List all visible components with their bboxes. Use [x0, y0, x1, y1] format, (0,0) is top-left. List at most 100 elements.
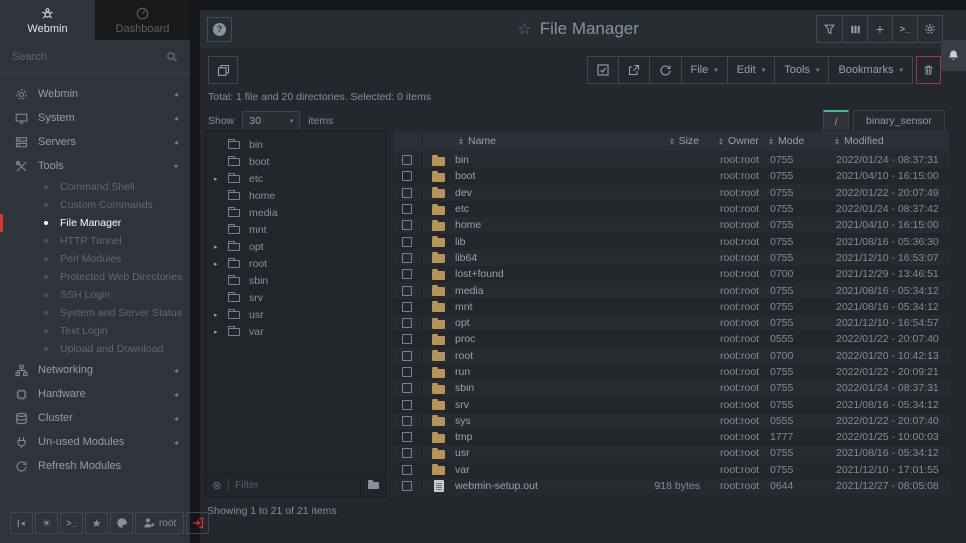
table-row[interactable]: dev root:root 0755 2022/01/22 - 20:07:49 [393, 185, 950, 201]
file-name[interactable]: sys [455, 413, 654, 429]
tree-item-usr[interactable]: ▸ usr [206, 306, 385, 323]
sidebar-item-hardware[interactable]: Hardware ◂ [0, 382, 190, 406]
tree-item-bin[interactable]: bin [206, 136, 385, 153]
expand-arrow-icon[interactable]: ▸ [214, 328, 226, 336]
file-name[interactable]: home [455, 217, 654, 233]
table-row[interactable]: boot root:root 0755 2021/04/10 - 16:15:0… [393, 168, 950, 184]
tree-item-etc[interactable]: ▸ etc [206, 170, 385, 187]
file-name[interactable]: tmp [455, 429, 654, 445]
table-row[interactable]: opt root:root 0755 2021/12/10 - 16:54:57 [393, 315, 950, 331]
expand-arrow-icon[interactable]: ▸ [214, 243, 226, 251]
clear-filter-icon[interactable]: ⊗ [206, 479, 228, 492]
column-header-owner[interactable]: Owner [709, 131, 769, 151]
tools-menu-button[interactable]: Tools▾ [774, 57, 828, 83]
file-name[interactable]: lost+found [455, 266, 654, 282]
table-row[interactable]: sbin root:root 0755 2022/01/24 - 08:37:3… [393, 380, 950, 396]
sidebar-item-protected-web-directories[interactable]: Protected Web Directories [0, 268, 190, 286]
sidebar-item-file-manager[interactable]: File Manager [0, 214, 190, 232]
table-row[interactable]: srv root:root 0755 2021/08/16 - 05:34:12 [393, 396, 950, 412]
sidebar-item-system[interactable]: System ◂ [0, 106, 190, 130]
add-button[interactable]: + [867, 16, 892, 42]
favorites-button[interactable]: ★ [85, 512, 108, 534]
expand-arrow-icon[interactable]: ▸ [214, 311, 226, 319]
sidebar-item-tools[interactable]: Tools ▾ [0, 154, 190, 178]
file-name[interactable]: proc [455, 331, 654, 347]
terminal-button[interactable]: >_ [60, 512, 83, 534]
table-row[interactable]: bin root:root 0755 2022/01/24 - 08:37:31 [393, 152, 950, 168]
table-row[interactable]: root root:root 0700 2022/01/20 - 10:42:1… [393, 348, 950, 364]
row-checkbox[interactable] [402, 237, 412, 247]
column-header-name[interactable]: Name [456, 131, 653, 151]
column-header-mode[interactable]: Mode [769, 131, 821, 151]
table-row[interactable]: var root:root 0755 2021/12/10 - 17:01:55 [393, 462, 950, 478]
file-name[interactable]: bin [455, 152, 654, 168]
table-row[interactable]: usr root:root 0755 2021/08/16 - 05:34:12 [393, 445, 950, 461]
clone-window-button[interactable] [208, 56, 238, 84]
favorite-star-icon[interactable]: ☆ [517, 19, 531, 39]
sidebar-item-system-and-server-status[interactable]: System and Server Status [0, 304, 190, 322]
tree-item-srv[interactable]: srv [206, 289, 385, 306]
filter-button[interactable] [817, 16, 842, 42]
table-row[interactable]: tmp root:root 1777 2022/01/25 - 10:00:03 [393, 429, 950, 445]
row-checkbox[interactable] [402, 432, 412, 442]
row-checkbox[interactable] [402, 220, 412, 230]
tree-item-media[interactable]: media [206, 204, 385, 221]
bookmarks-menu-button[interactable]: Bookmarks▾ [828, 57, 912, 83]
row-checkbox[interactable] [402, 465, 412, 475]
file-name[interactable]: etc [455, 201, 654, 217]
row-checkbox[interactable] [402, 188, 412, 198]
help-button[interactable]: ? [207, 17, 232, 42]
file-name[interactable]: srv [455, 396, 654, 412]
row-checkbox[interactable] [402, 171, 412, 181]
tree-item-root[interactable]: ▸ root [206, 255, 385, 272]
sidebar-item-webmin[interactable]: Webmin ◂ [0, 82, 190, 106]
file-name[interactable]: lib64 [455, 250, 654, 266]
table-row[interactable]: proc root:root 0555 2022/01/22 - 20:07:4… [393, 331, 950, 347]
row-checkbox[interactable] [402, 155, 412, 165]
sidebar-item-http-tunnel[interactable]: HTTP Tunnel [0, 232, 190, 250]
sidebar-item-text-login[interactable]: Text Login [0, 322, 190, 340]
file-name[interactable]: boot [455, 168, 654, 184]
file-name[interactable]: dev [455, 185, 654, 201]
sidebar-item-refresh-modules[interactable]: Refresh Modules [0, 454, 190, 478]
refresh-button[interactable] [649, 57, 681, 83]
sidebar-item-perl-modules[interactable]: Perl Modules [0, 250, 190, 268]
sidebar-item-custom-commands[interactable]: Custom Commands [0, 196, 190, 214]
row-checkbox[interactable] [402, 367, 412, 377]
columns-button[interactable] [842, 16, 867, 42]
table-row[interactable]: run root:root 0755 2022/01/22 - 20:09:21 [393, 364, 950, 380]
row-checkbox[interactable] [402, 269, 412, 279]
tree-item-sbin[interactable]: sbin [206, 272, 385, 289]
row-checkbox[interactable] [402, 481, 412, 491]
tree-item-var[interactable]: ▸ var [206, 323, 385, 340]
notifications-tab[interactable] [941, 40, 966, 71]
tree-item-opt[interactable]: ▸ opt [206, 238, 385, 255]
breadcrumb-current[interactable]: binary_sensor [853, 110, 945, 132]
file-name[interactable]: var [455, 462, 654, 478]
delete-button[interactable] [916, 56, 941, 84]
tab-webmin[interactable]: Webmin [0, 0, 95, 40]
row-checkbox[interactable] [402, 253, 412, 263]
table-row[interactable]: home root:root 0755 2021/04/10 - 16:15:0… [393, 217, 950, 233]
file-name[interactable]: root [455, 348, 654, 364]
tab-dashboard[interactable]: Dashboard [95, 0, 190, 40]
palette-button[interactable] [110, 512, 133, 534]
column-header-modified[interactable]: Modified [821, 131, 949, 151]
file-name[interactable]: webmin-setup.out [455, 478, 654, 494]
file-menu-button[interactable]: File▾ [681, 57, 727, 83]
terminal-button[interactable]: >_ [892, 16, 917, 42]
items-per-page-select[interactable]: 30 ▾ [242, 111, 300, 131]
table-row[interactable]: webmin-setup.out 918 bytes root:root 064… [393, 478, 950, 494]
sidebar-item-ssh-login[interactable]: SSH Login [0, 286, 190, 304]
edit-menu-button[interactable]: Edit▾ [727, 57, 774, 83]
tree-item-mnt[interactable]: mnt [206, 221, 385, 238]
row-checkbox[interactable] [402, 448, 412, 458]
sidebar-item-servers[interactable]: Servers ◂ [0, 130, 190, 154]
settings-button[interactable] [917, 16, 942, 42]
file-name[interactable]: run [455, 364, 654, 380]
tree-item-home[interactable]: home [206, 187, 385, 204]
file-name[interactable]: opt [455, 315, 654, 331]
row-checkbox[interactable] [402, 416, 412, 426]
file-name[interactable]: media [455, 282, 654, 298]
table-row[interactable]: sys root:root 0555 2022/01/22 - 20:07:40 [393, 413, 950, 429]
